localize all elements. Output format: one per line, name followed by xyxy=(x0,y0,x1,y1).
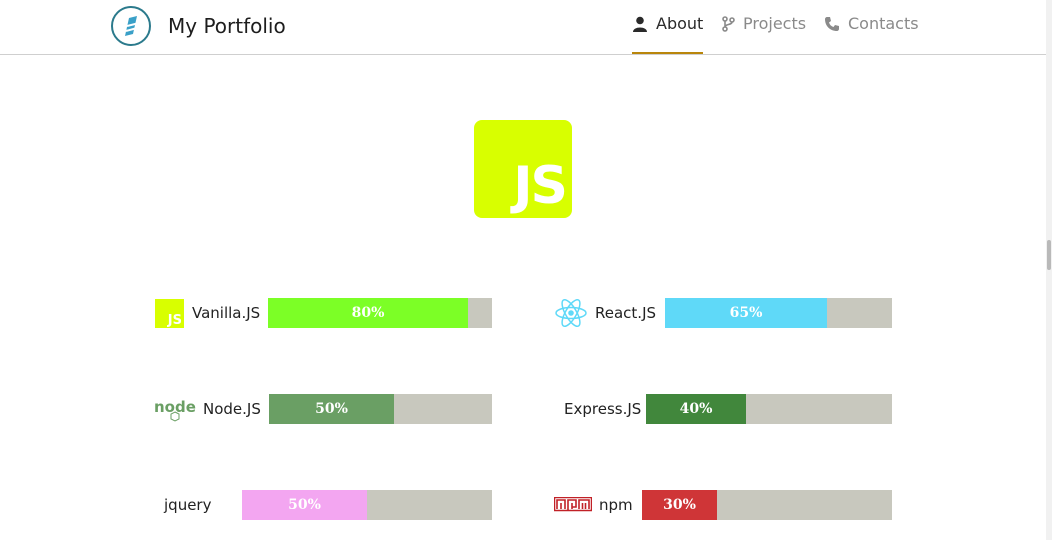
npm-icon xyxy=(554,497,592,512)
skill-label-express-js: Express.JS xyxy=(564,400,642,418)
javascript-logo-icon: JS xyxy=(474,120,572,218)
nav-contacts[interactable]: Contacts xyxy=(824,14,919,52)
skill-label-jquery: jquery xyxy=(164,496,212,514)
nav-contacts-label: Contacts xyxy=(848,14,919,33)
git-branch-icon xyxy=(722,16,735,32)
skill-bar-jquery: 50% xyxy=(242,490,492,520)
phone-icon xyxy=(825,17,839,31)
skill-percent: 65% xyxy=(729,305,763,321)
skill-percent: 50% xyxy=(288,497,321,513)
skill-label-node-js: Node.JS xyxy=(203,400,261,418)
skill-label-npm: npm xyxy=(599,496,633,514)
skill-bar-node-js: 50% xyxy=(269,394,492,424)
skill-bar-fill: 50% xyxy=(242,490,367,520)
nodejs-icon: node xyxy=(154,398,196,422)
skill-label-react-js: React.JS xyxy=(595,304,657,322)
portfolio-logo-icon[interactable] xyxy=(111,6,151,46)
user-icon xyxy=(633,16,647,32)
javascript-icon: JS xyxy=(155,299,184,328)
nav-projects[interactable]: Projects xyxy=(721,14,806,52)
nav-about-label: About xyxy=(656,14,704,33)
skill-bar-fill: 30% xyxy=(642,490,717,520)
skill-bar-express-js: 40% xyxy=(646,394,892,424)
svg-text:node: node xyxy=(154,398,196,416)
page-scrollbar[interactable] xyxy=(1046,0,1052,540)
top-navbar: My Portfolio About Projects Contacts xyxy=(0,0,1046,55)
brand-title[interactable]: My Portfolio xyxy=(168,14,286,38)
react-icon xyxy=(555,298,587,328)
skill-percent: 30% xyxy=(663,497,696,513)
skill-percent: 80% xyxy=(351,305,385,321)
skill-bar-fill: 50% xyxy=(269,394,394,424)
skill-bar-fill: 65% xyxy=(665,298,827,328)
skill-bar-react-js: 65% xyxy=(665,298,892,328)
nav-about[interactable]: About xyxy=(632,14,704,54)
skill-bar-fill: 80% xyxy=(268,298,468,328)
nav-projects-label: Projects xyxy=(743,14,807,33)
skill-label-vanilla-js: Vanilla.JS xyxy=(192,304,261,322)
skill-percent: 50% xyxy=(315,401,348,417)
javascript-logo-text: JS xyxy=(513,156,568,216)
skill-bar-vanilla-js: 80% xyxy=(268,298,492,328)
skill-bar-fill: 40% xyxy=(646,394,746,424)
scrollbar-thumb[interactable] xyxy=(1047,240,1051,270)
skill-bar-npm: 30% xyxy=(642,490,892,520)
skill-percent: 40% xyxy=(679,401,713,417)
